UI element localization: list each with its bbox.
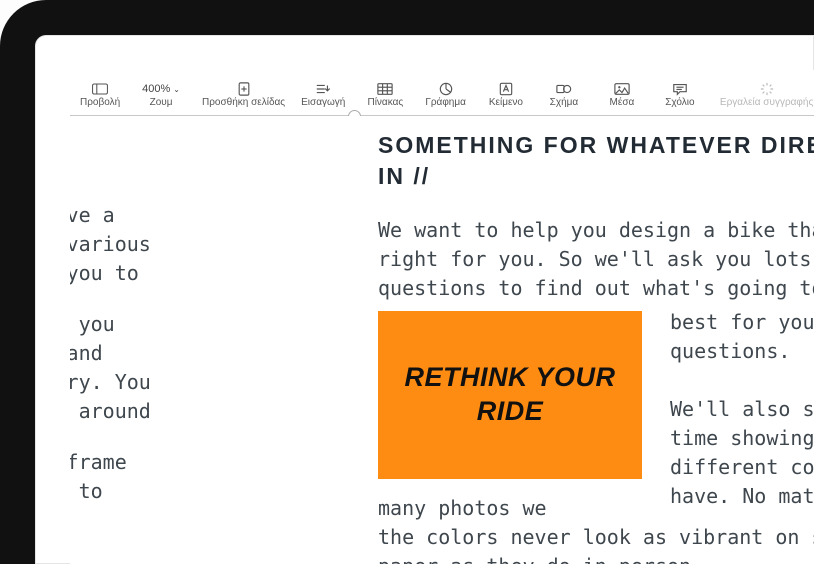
left-paragraph-3: ck the right frame measurements to lebar…	[70, 448, 330, 535]
right-heading: SOMETHING FOR WHATEVER DIREC YOU'RE GOIN…	[378, 130, 814, 192]
chevron-down-icon: ⌄	[173, 86, 180, 94]
media-button[interactable]: Μέσα	[602, 77, 642, 108]
shape-icon	[556, 81, 572, 97]
chart-button[interactable]: Γράφημα	[423, 77, 468, 108]
chart-icon	[438, 81, 454, 97]
media-label: Μέσα	[610, 98, 635, 108]
insert-button[interactable]: Εισαγωγή	[299, 77, 347, 108]
comment-icon	[672, 81, 688, 97]
table-icon	[377, 81, 393, 97]
text-icon	[498, 81, 514, 97]
view-button[interactable]: Προβολή	[78, 77, 122, 108]
zoom-value: 400%	[142, 84, 170, 95]
document-canvas[interactable]: PERIENCE // s to test-drive a at's why t…	[70, 116, 814, 564]
shape-button[interactable]: Σχήμα	[544, 77, 584, 108]
table-button[interactable]: Πίνακας	[365, 77, 405, 108]
left-paragraph-2: to chat with you you're after and ght li…	[70, 310, 330, 426]
view-label: Προβολή	[80, 98, 120, 108]
media-icon	[614, 81, 630, 97]
add-page-icon	[236, 81, 252, 97]
zoom-label: Ζουμ	[150, 98, 173, 108]
right-after-callout: many photos we the colors never look as …	[378, 494, 814, 564]
sparkle-icon	[759, 81, 775, 97]
comment-button[interactable]: Σχόλιο	[660, 77, 700, 108]
sidebar-icon	[92, 81, 108, 97]
document-page: PERIENCE // s to test-drive a at's why t…	[70, 124, 814, 535]
left-paragraph-1: s to test-drive a at's why the various v…	[70, 201, 330, 288]
insert-icon	[315, 81, 331, 97]
add-page-button[interactable]: Προσθήκη σελίδας	[200, 77, 287, 108]
authoring-tools-label: Εργαλεία συγγραφής	[720, 98, 813, 108]
left-column: PERIENCE // s to test-drive a at's why t…	[70, 124, 330, 535]
add-page-label: Προσθήκη σελίδας	[202, 98, 285, 108]
zoom-control[interactable]: 400% ⌄ Ζουμ	[140, 77, 182, 108]
shape-label: Σχήμα	[550, 98, 579, 108]
table-label: Πίνακας	[367, 98, 403, 108]
toolbar: Προβολή 400% ⌄ Ζουμ Προσθήκη σε	[70, 70, 814, 116]
callout-text: RETHINK YOUR RIDE	[378, 361, 642, 429]
toolbar-right-group: Εισαγωγή Πίνακας Γράφημα	[299, 77, 814, 108]
toolbar-left-group: Προβολή 400% ⌄ Ζουμ Προσθήκη σε	[78, 77, 287, 108]
right-intro: We want to help you design a bike tha ri…	[378, 216, 814, 303]
right-column: SOMETHING FOR WHATEVER DIREC YOU'RE GOIN…	[378, 124, 814, 535]
callout-box[interactable]: RETHINK YOUR RIDE	[378, 311, 642, 479]
device-bezel: Προβολή 400% ⌄ Ζουμ Προσθήκη σε	[0, 0, 814, 564]
text-label: Κείμενο	[489, 98, 523, 108]
text-button[interactable]: Κείμενο	[486, 77, 526, 108]
insert-label: Εισαγωγή	[301, 98, 345, 108]
left-heading: PERIENCE //	[70, 130, 330, 161]
right-wrap-beside-callout: best for you. questions. We'll also spe …	[670, 308, 814, 511]
comment-label: Σχόλιο	[665, 98, 694, 108]
chart-label: Γράφημα	[425, 98, 466, 108]
zoom-value-display: 400% ⌄	[142, 81, 180, 97]
authoring-tools-button[interactable]: Εργαλεία συγγραφής	[718, 77, 814, 108]
app-window: Προβολή 400% ⌄ Ζουμ Προσθήκη σε	[70, 70, 814, 564]
